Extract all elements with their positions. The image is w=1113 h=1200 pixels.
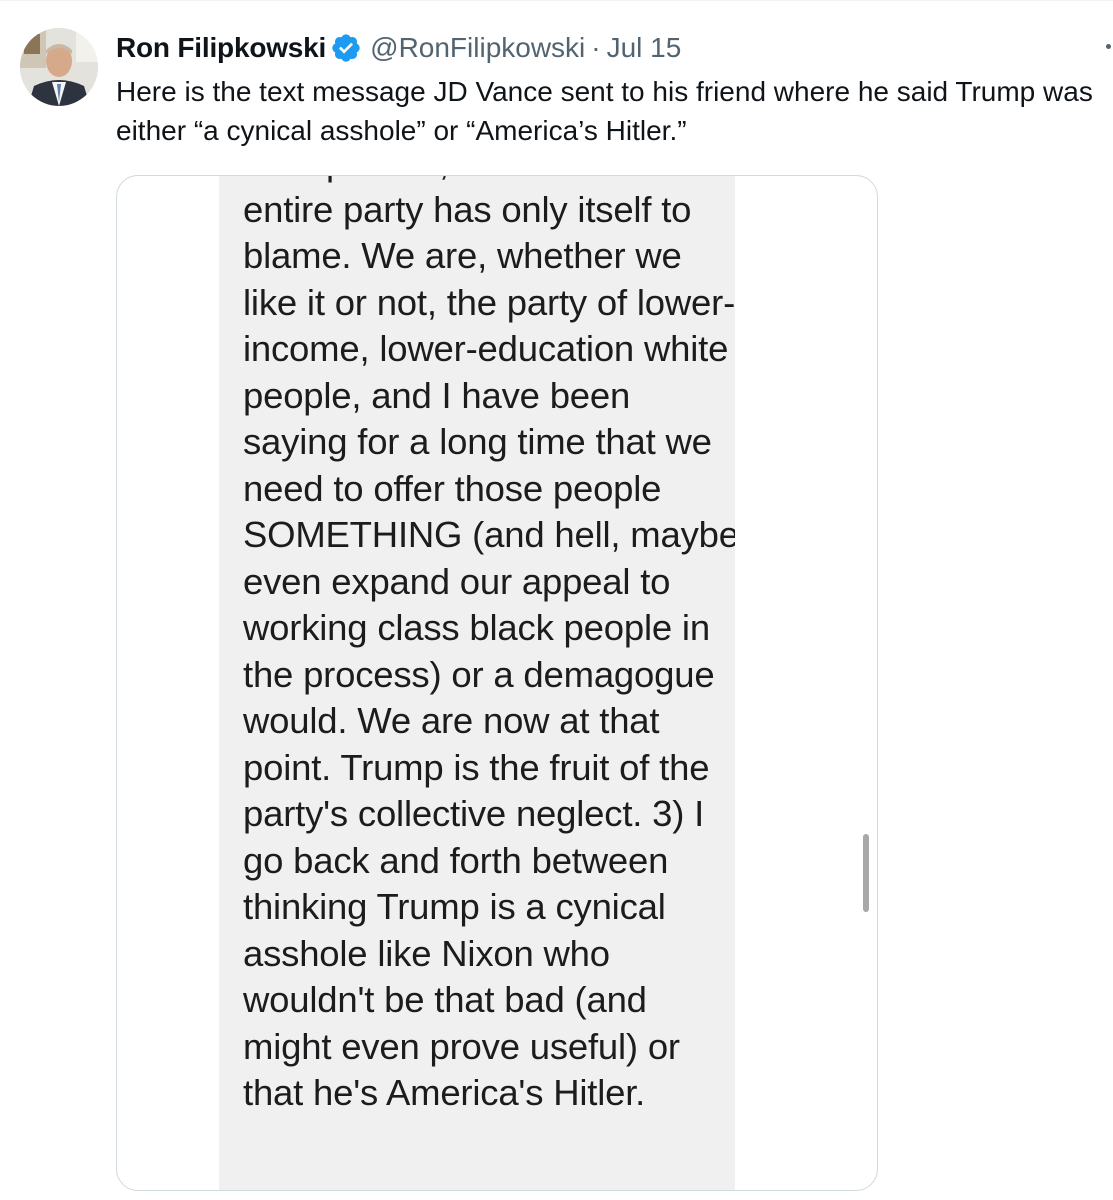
tweet-header: Ron Filipkowski @RonFilipkowski · Jul 15 [116,30,681,66]
author-handle[interactable]: @RonFilipkowski [370,30,585,66]
separator-dot: · [591,32,601,63]
verified-badge-icon[interactable] [330,32,362,64]
author-display-name[interactable]: Ron Filipkowski [116,30,326,66]
more-options-icon[interactable] [1106,44,1111,49]
tweet-text: Here is the text message JD Vance sent t… [116,76,1093,146]
tweet-timestamp[interactable]: Jul 15 [607,30,682,66]
scrollbar-thumb[interactable] [863,834,869,912]
avatar[interactable] [20,28,98,106]
avatar-photo [20,28,98,106]
text-message-content: Trump's rise, and I think the entire par… [243,176,735,1113]
text-message-bubble: Trump's rise, and I think the entire par… [219,176,735,1190]
tweet-media-image[interactable]: Trump's rise, and I think the entire par… [116,175,878,1191]
top-divider [0,0,1113,1]
